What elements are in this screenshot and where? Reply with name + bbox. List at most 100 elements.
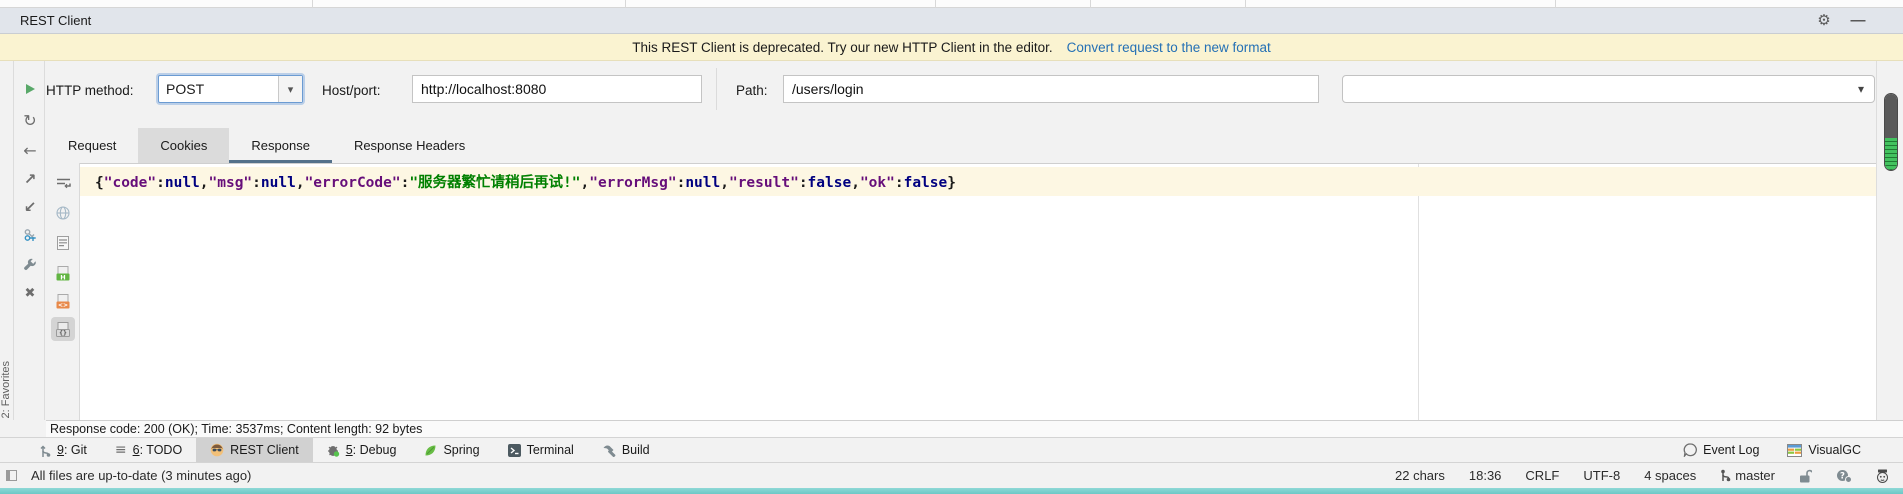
top-edge-strip: [0, 0, 1903, 8]
deprecation-message: This REST Client is deprecated. Try our …: [632, 40, 1052, 55]
status-git-branch[interactable]: master: [1720, 468, 1775, 483]
path-label: Path:: [736, 83, 768, 98]
lock-icon[interactable]: [1799, 469, 1812, 483]
branch-icon: [1720, 469, 1731, 482]
open-in-browser-button[interactable]: [51, 201, 75, 225]
branch-name: master: [1735, 468, 1775, 483]
toolwindow-event-log[interactable]: Event Log: [1669, 438, 1773, 462]
response-json[interactable]: {"code":null,"msg":null,"errorCode":"服务器…: [95, 171, 956, 192]
rest-client-tabs: Request Cookies Response Response Header…: [46, 128, 487, 163]
current-line-highlight: {"code":null,"msg":null,"errorCode":"服务器…: [80, 167, 1876, 196]
top-strip-separator: [625, 0, 626, 8]
toolwindow-todo-label: 6: TODO: [133, 443, 183, 457]
close-button[interactable]: ✖: [15, 281, 45, 305]
toolwindow-build[interactable]: Build: [588, 438, 664, 462]
toolwindow-toggle-icon[interactable]: [6, 470, 17, 481]
rest-client-toolbar: ↻ ← ↗ ↙ ✖: [15, 61, 45, 420]
http-method-combobox[interactable]: POST ▾: [158, 75, 303, 103]
response-editor[interactable]: {"code":null,"msg":null,"errorCode":"服务器…: [80, 163, 1876, 420]
xml-document-icon: <>: [56, 294, 70, 309]
svg-text:{}: {}: [59, 329, 67, 337]
right-margin-guide: [1418, 164, 1419, 421]
toolwindow-visualgc-label: VisualGC: [1808, 443, 1861, 457]
toolwindow-event-log-label: Event Log: [1703, 443, 1759, 457]
favorites-rail-label[interactable]: 2: Favorites: [0, 361, 12, 418]
tab-response[interactable]: Response: [229, 128, 332, 163]
soft-wrap-icon: [56, 177, 71, 190]
toolwindow-visualgc[interactable]: VisualGC: [1773, 438, 1875, 462]
tab-request[interactable]: Request: [46, 128, 138, 163]
view-as-xml-button[interactable]: <>: [51, 289, 75, 313]
toolwindow-spring[interactable]: Spring: [410, 438, 493, 462]
chevron-down-icon[interactable]: ▾: [278, 76, 302, 102]
run-request-button[interactable]: [15, 77, 45, 101]
git-icon: [40, 444, 51, 457]
svg-text:?: ?: [1840, 471, 1845, 481]
convert-request-link[interactable]: Convert request to the new format: [1067, 40, 1271, 55]
top-strip-separator: [312, 0, 313, 8]
export-request-button[interactable]: ↗: [15, 167, 45, 191]
debug-bug-icon: [327, 444, 340, 457]
taskbar-top-edge: [0, 488, 1903, 494]
top-strip-separator: [935, 0, 936, 8]
rest-client-icon: [210, 443, 224, 457]
status-bar: All files are up-to-date (3 minutes ago)…: [0, 462, 1903, 488]
settings-gear-icon[interactable]: ⚙: [1811, 10, 1837, 32]
view-as-text-button[interactable]: [51, 231, 75, 255]
authentication-keys-button[interactable]: [15, 223, 45, 247]
status-caret-position[interactable]: 18:36: [1469, 468, 1502, 483]
refresh-button[interactable]: ↻: [15, 109, 45, 133]
help-gear-icon[interactable]: ?: [1836, 469, 1852, 483]
tool-window-bar: 9: Git ≡ 6: TODO REST Client 5: Debug Sp…: [0, 437, 1903, 462]
toolwindow-terminal-label: Terminal: [527, 443, 574, 457]
http-method-value: POST: [159, 81, 278, 97]
view-as-html-button[interactable]: H: [51, 261, 75, 285]
top-strip-separator: [1090, 0, 1091, 8]
soft-wrap-button[interactable]: [51, 171, 75, 195]
wrench-icon: [23, 258, 37, 272]
hide-tool-window-icon[interactable]: —: [1845, 10, 1871, 32]
path-field-wrap: [783, 75, 1319, 103]
response-meta-line: Response code: 200 (OK); Time: 3537ms; C…: [46, 420, 1903, 437]
spring-leaf-icon: [424, 444, 437, 457]
top-strip-separator: [1555, 0, 1556, 8]
tool-window-header: REST Client ⚙ —: [0, 8, 1903, 34]
host-port-input[interactable]: [413, 81, 701, 97]
globe-icon: [56, 206, 70, 220]
top-strip-separator: [1245, 0, 1246, 8]
deprecation-banner: This REST Client is deprecated. Try our …: [0, 34, 1903, 61]
chevron-down-icon[interactable]: ▾: [1848, 83, 1874, 95]
memory-indicator-free: [1885, 138, 1897, 170]
import-request-button[interactable]: ↙: [15, 195, 45, 219]
view-as-json-button[interactable]: {}: [51, 317, 75, 341]
response-meta-text: Response code: 200 (OK); Time: 3537ms; C…: [50, 422, 422, 436]
back-button[interactable]: ←: [15, 139, 45, 163]
text-document-icon: [57, 236, 69, 250]
visualgc-table-icon: [1787, 444, 1802, 457]
toolwindow-todo[interactable]: ≡ 6: TODO: [101, 438, 196, 462]
status-indent[interactable]: 4 spaces: [1644, 468, 1696, 483]
toolwindow-terminal[interactable]: Terminal: [494, 438, 588, 462]
svg-text:<>: <>: [58, 302, 68, 309]
toolwindow-spring-label: Spring: [443, 443, 479, 457]
status-encoding[interactable]: UTF-8: [1583, 468, 1620, 483]
path-input[interactable]: [784, 81, 1318, 97]
toolwindow-git[interactable]: 9: Git: [26, 438, 101, 462]
toolwindow-debug[interactable]: 5: Debug: [313, 438, 411, 462]
event-log-balloon-icon: [1683, 443, 1697, 457]
tool-window-title: REST Client: [20, 13, 91, 28]
toolwindow-rest-client-label: REST Client: [230, 443, 299, 457]
status-line-ending[interactable]: CRLF: [1525, 468, 1559, 483]
memory-indicator[interactable]: [1884, 93, 1898, 171]
toolwindow-rest-client[interactable]: REST Client: [196, 438, 313, 462]
gentleman-profile-icon[interactable]: [1876, 469, 1889, 483]
request-history-combobox[interactable]: ▾: [1342, 75, 1875, 103]
tab-cookies[interactable]: Cookies: [138, 128, 229, 163]
tab-response-headers[interactable]: Response Headers: [332, 128, 487, 163]
status-chars[interactable]: 22 chars: [1395, 468, 1445, 483]
toolwindow-debug-label: 5: Debug: [346, 443, 397, 457]
html-document-icon: H: [56, 266, 70, 281]
rest-client-window: REST Client ⚙ — This REST Client is depr…: [0, 0, 1903, 494]
svg-text:H: H: [60, 273, 65, 281]
settings-wrench-button[interactable]: [15, 253, 45, 277]
